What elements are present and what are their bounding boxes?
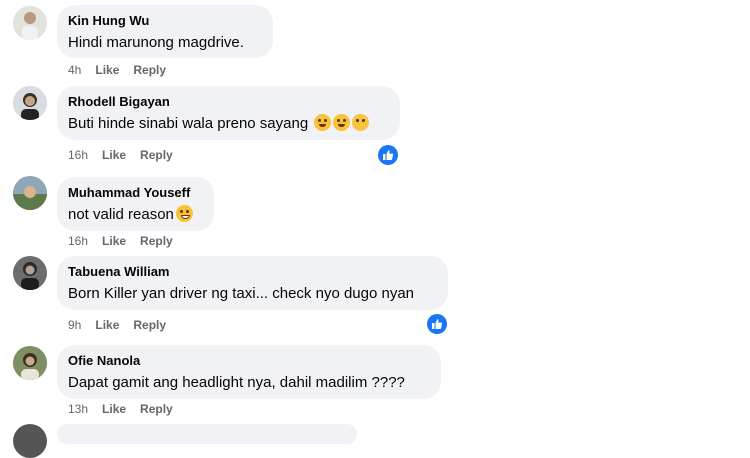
avatar-photo xyxy=(13,346,47,380)
like-reaction-icon[interactable] xyxy=(378,145,398,165)
comment-text: Born Killer yan driver ng taxi... check … xyxy=(68,285,415,302)
comment-timestamp[interactable]: 16h xyxy=(68,147,88,163)
comment-bubble: Ofie Nanola Dapat gamit ang headlight ny… xyxy=(57,345,441,399)
reply-button[interactable]: Reply xyxy=(133,317,166,333)
comment-text: not valid reason xyxy=(68,205,202,225)
comment-text: Hindi marunong magdrive. xyxy=(68,34,244,51)
comment-text-content: Buti hinde sinabi wala preno sayang xyxy=(68,115,309,132)
reply-button[interactable]: Reply xyxy=(133,62,166,78)
comment-text-content: not valid reason xyxy=(68,206,174,223)
like-button[interactable]: Like xyxy=(102,401,126,417)
comment-author[interactable]: Muhammad Youseff xyxy=(68,185,202,201)
avatar-photo xyxy=(13,176,47,210)
comment-bubble: Kin Hung Wu Hindi marunong magdrive. xyxy=(57,5,273,58)
comment-timestamp[interactable]: 13h xyxy=(68,401,88,417)
pensive-emoji xyxy=(352,114,370,131)
comment-timestamp[interactable]: 4h xyxy=(68,62,81,78)
like-reaction-icon[interactable] xyxy=(427,314,447,334)
avatar[interactable] xyxy=(13,86,47,120)
like-button[interactable]: Like xyxy=(102,233,126,249)
comment-actions: 16h Like Reply xyxy=(68,233,187,249)
comment-timestamp[interactable]: 9h xyxy=(68,317,81,333)
comment-author[interactable]: Tabuena William xyxy=(68,264,436,280)
comment-author[interactable]: Ofie Nanola xyxy=(68,353,429,369)
like-button[interactable]: Like xyxy=(102,147,126,163)
avatar[interactable] xyxy=(13,346,47,380)
thumbs-up-icon xyxy=(432,319,443,329)
avatar[interactable] xyxy=(13,256,47,290)
reply-button[interactable]: Reply xyxy=(140,401,173,417)
avatar-photo xyxy=(13,256,47,290)
avatar[interactable] xyxy=(13,6,47,40)
comment-author[interactable]: Rhodell Bigayan xyxy=(68,94,388,110)
comment-actions: 9h Like Reply xyxy=(68,317,180,333)
avatar-photo xyxy=(13,86,47,120)
like-button[interactable]: Like xyxy=(95,317,119,333)
reply-button[interactable]: Reply xyxy=(140,233,173,249)
comment-bubble: Tabuena William Born Killer yan driver n… xyxy=(57,256,448,310)
thumbs-up-icon xyxy=(383,150,394,160)
comment-actions: 4h Like Reply xyxy=(68,62,180,78)
comment-bubble: Rhodell Bigayan Buti hinde sinabi wala p… xyxy=(57,86,400,140)
avatar[interactable] xyxy=(13,424,47,458)
like-button[interactable]: Like xyxy=(95,62,119,78)
comment-author[interactable]: Kin Hung Wu xyxy=(68,13,261,29)
comment-bubble xyxy=(57,424,357,444)
avatar-photo xyxy=(13,6,47,40)
grinning-emoji xyxy=(333,114,351,131)
avatar[interactable] xyxy=(13,176,47,210)
comment-bubble: Muhammad Youseff not valid reason xyxy=(57,177,214,231)
comment-actions: 13h Like Reply xyxy=(68,401,187,417)
comment-actions: 16h Like Reply xyxy=(68,147,187,163)
comment-timestamp[interactable]: 16h xyxy=(68,233,88,249)
comment-text: Buti hinde sinabi wala preno sayang xyxy=(68,114,388,134)
laughing-crying-emoji xyxy=(314,114,332,131)
comment-text: Dapat gamit ang headlight nya, dahil mad… xyxy=(68,374,405,391)
reply-button[interactable]: Reply xyxy=(140,147,173,163)
grimacing-emoji xyxy=(175,205,193,222)
